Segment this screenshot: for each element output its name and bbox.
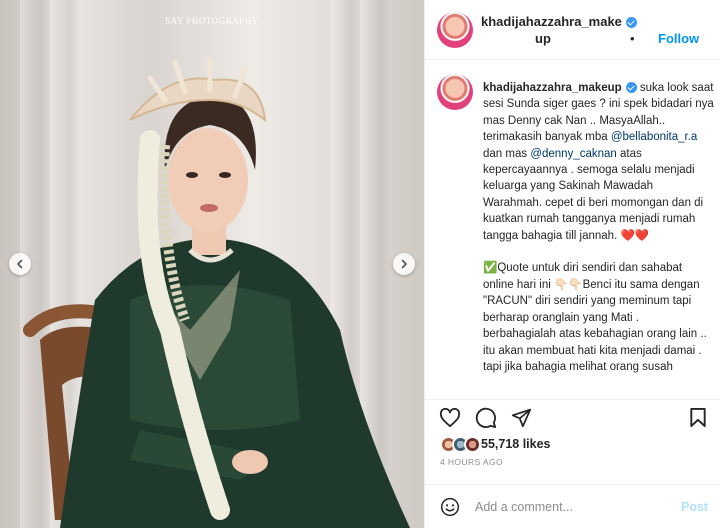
mention-link[interactable]: @denny_caknan [530,148,617,160]
separator-dot: • [630,31,635,46]
comments-area[interactable]: khadijahazzahra_makeup suka look saat se… [425,60,720,400]
bride-photo-illustration [23,57,410,528]
verified-badge-icon [625,17,637,29]
verified-badge-icon [625,82,637,94]
like-heart-icon[interactable] [439,408,461,428]
post-image: SAY PHOTOGRAPHY [0,0,424,528]
previous-image-button[interactable] [9,253,31,275]
comment-icon[interactable] [475,407,497,429]
chevron-left-icon [17,259,23,269]
add-comment-bar: Add a comment... Post [425,484,720,528]
author-username-line2[interactable]: up [535,31,551,46]
emoji-smiley-icon[interactable] [440,497,460,517]
mention-link[interactable]: @bellabonita_r.a [611,131,698,143]
post-timestamp[interactable]: 4 HOURS AGO [440,457,503,467]
heart-emoji: ❤️❤️ [620,229,650,242]
caption-text-2: dan mas [483,147,531,160]
liker-avatar [464,436,481,453]
caption-author-avatar[interactable] [437,74,473,110]
author-username-line1: khadijahazzahra_make [481,14,622,29]
comment-input[interactable]: Add a comment... [475,500,573,514]
post-caption: khadijahazzahra_makeup suka look saat se… [483,80,715,375]
post-comment-button[interactable]: Post [681,500,708,514]
caption-text-5: Benci itu sama dengan "RACUN" diri sendi… [483,278,707,373]
author-username[interactable]: khadijahazzahra_make [481,14,637,29]
pointing-down-emoji: 👇🏻👇🏻 [553,278,583,291]
caption-author-username[interactable]: khadijahazzahra_makeup [483,82,622,94]
likes-count[interactable]: 55,718 likes [481,437,551,451]
post-header: khadijahazzahra_make up • Follow [425,0,720,60]
save-bookmark-icon[interactable] [689,407,707,428]
follow-button[interactable]: Follow [658,31,699,46]
watermark: SAY PHOTOGRAPHY [165,16,259,26]
next-image-button[interactable] [393,253,415,275]
post-side-panel: khadijahazzahra_make up • Follow khadija… [424,0,720,528]
share-icon[interactable] [511,407,532,428]
author-avatar[interactable] [437,12,473,48]
check-emoji: ✅ [483,262,498,275]
chevron-right-icon [401,259,407,269]
caption-text-3: atas kepercayaannya . semoga selalu menj… [483,147,704,242]
